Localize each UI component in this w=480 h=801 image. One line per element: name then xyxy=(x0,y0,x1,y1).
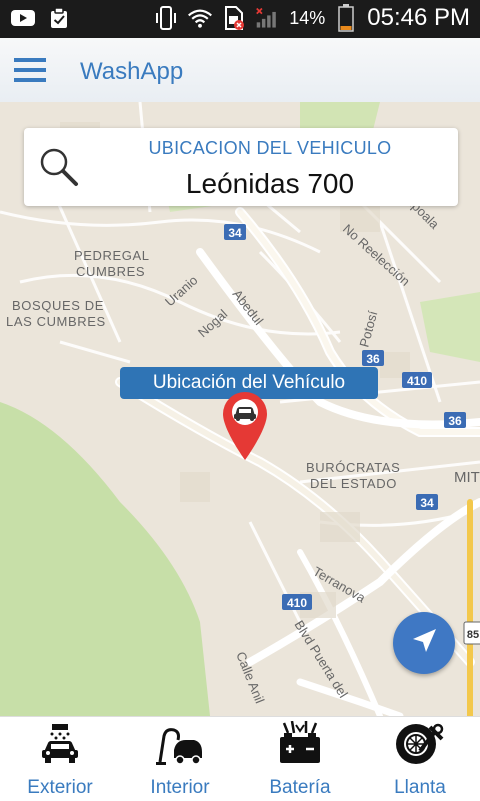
map-label-mit: MIT xyxy=(454,469,480,486)
nav-interior-label: Interior xyxy=(150,777,210,798)
sim-error-icon xyxy=(221,6,247,30)
map-label-pedregal-1: PEDREGAL xyxy=(74,248,150,263)
battery-charge-icon xyxy=(274,721,326,767)
hamburger-menu-icon[interactable] xyxy=(14,56,48,84)
wifi-icon xyxy=(187,7,213,29)
car-icon xyxy=(234,407,256,421)
battery-percent: 14% xyxy=(289,7,326,28)
nav-bateria-label: Batería xyxy=(269,777,331,798)
nav-exterior-label: Exterior xyxy=(27,777,93,798)
vehicle-pin-marker[interactable] xyxy=(221,390,269,462)
battery-icon xyxy=(333,4,359,32)
map-label-burocratas-2: DEL ESTADO xyxy=(310,476,397,491)
route-shield-36b: 36 xyxy=(448,414,462,428)
clock: 05:46 PM xyxy=(367,4,470,31)
nav-llanta[interactable]: Llanta xyxy=(360,717,480,801)
map-label-bosques-2: LAS CUMBRES xyxy=(6,314,106,329)
my-location-button[interactable] xyxy=(393,612,455,674)
map-label-burocratas-1: BURÓCRATAS xyxy=(306,460,400,475)
tire-wrench-icon xyxy=(394,721,446,767)
search-address-value[interactable]: Leónidas 700 xyxy=(110,168,430,200)
nav-bateria[interactable]: Batería xyxy=(240,717,360,801)
app-bar: WashApp xyxy=(0,38,480,102)
nav-llanta-label: Llanta xyxy=(394,777,446,798)
clipboard-check-icon xyxy=(46,7,72,29)
nav-interior[interactable]: Interior xyxy=(120,717,240,801)
search-label: UBICACION DEL VEHICULO xyxy=(148,138,392,158)
map-label-pedregal-2: CUMBRES xyxy=(76,264,145,279)
vehicle-location-search[interactable]: UBICACION DEL VEHICULO Leónidas 700 xyxy=(24,128,458,206)
route-shield-36a: 36 xyxy=(366,352,380,366)
map-label-bosques-1: BOSQUES DE xyxy=(12,298,104,313)
app-title: WashApp xyxy=(80,58,184,85)
route-shield-85: 85 xyxy=(467,629,479,641)
vacuum-icon xyxy=(154,721,206,767)
route-shield-410b: 410 xyxy=(287,596,307,610)
route-shield-34b: 34 xyxy=(420,496,434,510)
status-bar: 14% 05:46 PM xyxy=(0,0,480,38)
car-wash-icon xyxy=(34,721,86,767)
route-shield-410a: 410 xyxy=(407,374,427,388)
youtube-icon xyxy=(10,7,36,29)
bottom-navigation: Exterior Interior Batería Llanta xyxy=(0,716,480,801)
search-icon[interactable] xyxy=(38,146,82,190)
route-shield-34a: 34 xyxy=(228,226,242,240)
navigation-arrow-icon xyxy=(409,626,439,661)
vibrate-icon xyxy=(153,6,179,30)
nav-exterior[interactable]: Exterior xyxy=(0,717,120,801)
signal-icon xyxy=(255,7,281,29)
